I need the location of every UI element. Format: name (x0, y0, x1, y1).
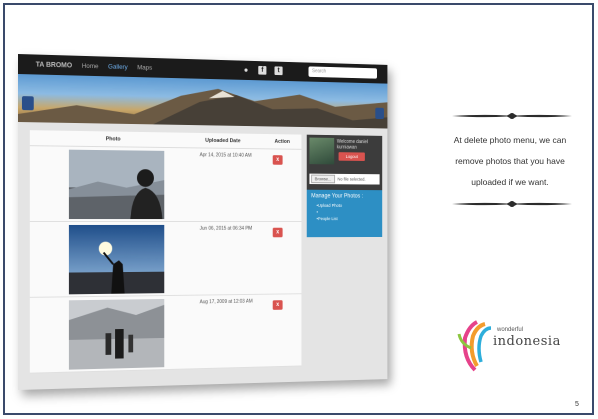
table-row: Aug 17, 2009 at 12:03 AM x (29, 294, 302, 374)
manage-photos-panel: Manage Your Photos : Upload Photo People… (306, 189, 383, 238)
garuda-logo-icon (457, 320, 492, 372)
regency-logo (21, 96, 34, 111)
menu-people-list[interactable]: People List (317, 215, 378, 222)
delete-button[interactable]: x (272, 155, 283, 165)
facebook-icon[interactable]: f (258, 65, 267, 75)
nav-gallery[interactable]: Gallery (108, 63, 128, 70)
header-banner (18, 74, 388, 129)
delete-button[interactable]: x (272, 300, 283, 310)
page-number: 5 (575, 401, 579, 408)
table-row: Apr 14, 2015 at 10:40 AM x (29, 146, 302, 222)
logout-button[interactable]: Logout (338, 152, 365, 161)
upload-date: Jun 06, 2015 at 06:34 PM (199, 225, 253, 232)
browse-button[interactable]: Browse... (311, 174, 335, 184)
search-input[interactable]: Search (308, 66, 378, 79)
table-row: Jun 06, 2015 at 06:34 PM x (29, 222, 302, 298)
app-screenshot: TA BROMO Home Gallery Maps ● f t Search … (18, 54, 388, 390)
header-photo: Photo (105, 135, 121, 142)
photo-thumbnail (68, 224, 165, 295)
notification-bell-icon[interactable]: ● (242, 65, 250, 74)
file-status-text: No file selected. (337, 176, 366, 182)
manage-title: Manage Your Photos : (311, 193, 364, 200)
logo-indonesia-text: indonesia (493, 334, 561, 349)
nav-home[interactable]: Home (82, 62, 99, 69)
delete-button[interactable]: x (272, 227, 283, 238)
nav-icon-group: ● f t (242, 65, 283, 76)
brand-label: TA BROMO (35, 61, 73, 69)
mountain-banner-image (18, 84, 388, 129)
upload-date: Aug 17, 2009 at 12:03 AM (199, 298, 253, 306)
photo-table: Photo Uploaded Date Action Apr 14, 2015 … (29, 130, 302, 374)
slide-caption: At delete photo menu, we can remove phot… (453, 135, 567, 187)
crest-logo (375, 107, 384, 120)
welcome-text: Welcome daniel kurniawan (336, 138, 368, 151)
main-content: Photo Uploaded Date Action Apr 14, 2015 … (18, 122, 388, 390)
twitter-icon[interactable]: t (274, 66, 283, 76)
upload-date: Apr 14, 2015 at 10:40 AM (199, 152, 252, 159)
nav-maps[interactable]: Maps (137, 64, 152, 71)
welcome-panel: Welcome daniel kurniawan Logout Browse..… (306, 134, 383, 191)
header-uploaded-date: Uploaded Date (205, 137, 241, 144)
avatar (309, 137, 335, 165)
top-ornament-divider (452, 113, 572, 119)
photo-thumbnail (68, 149, 165, 220)
wonderful-indonesia-logo: wonderful indonesia (455, 318, 565, 373)
photo-thumbnail (68, 298, 165, 370)
user-sidebar: Welcome daniel kurniawan Logout Browse..… (306, 134, 383, 238)
bottom-ornament-divider (452, 201, 572, 207)
header-action: Action (274, 138, 290, 145)
file-upload-field: Browse... No file selected. (309, 173, 380, 185)
logo-wonderful-text: wonderful (497, 327, 524, 333)
